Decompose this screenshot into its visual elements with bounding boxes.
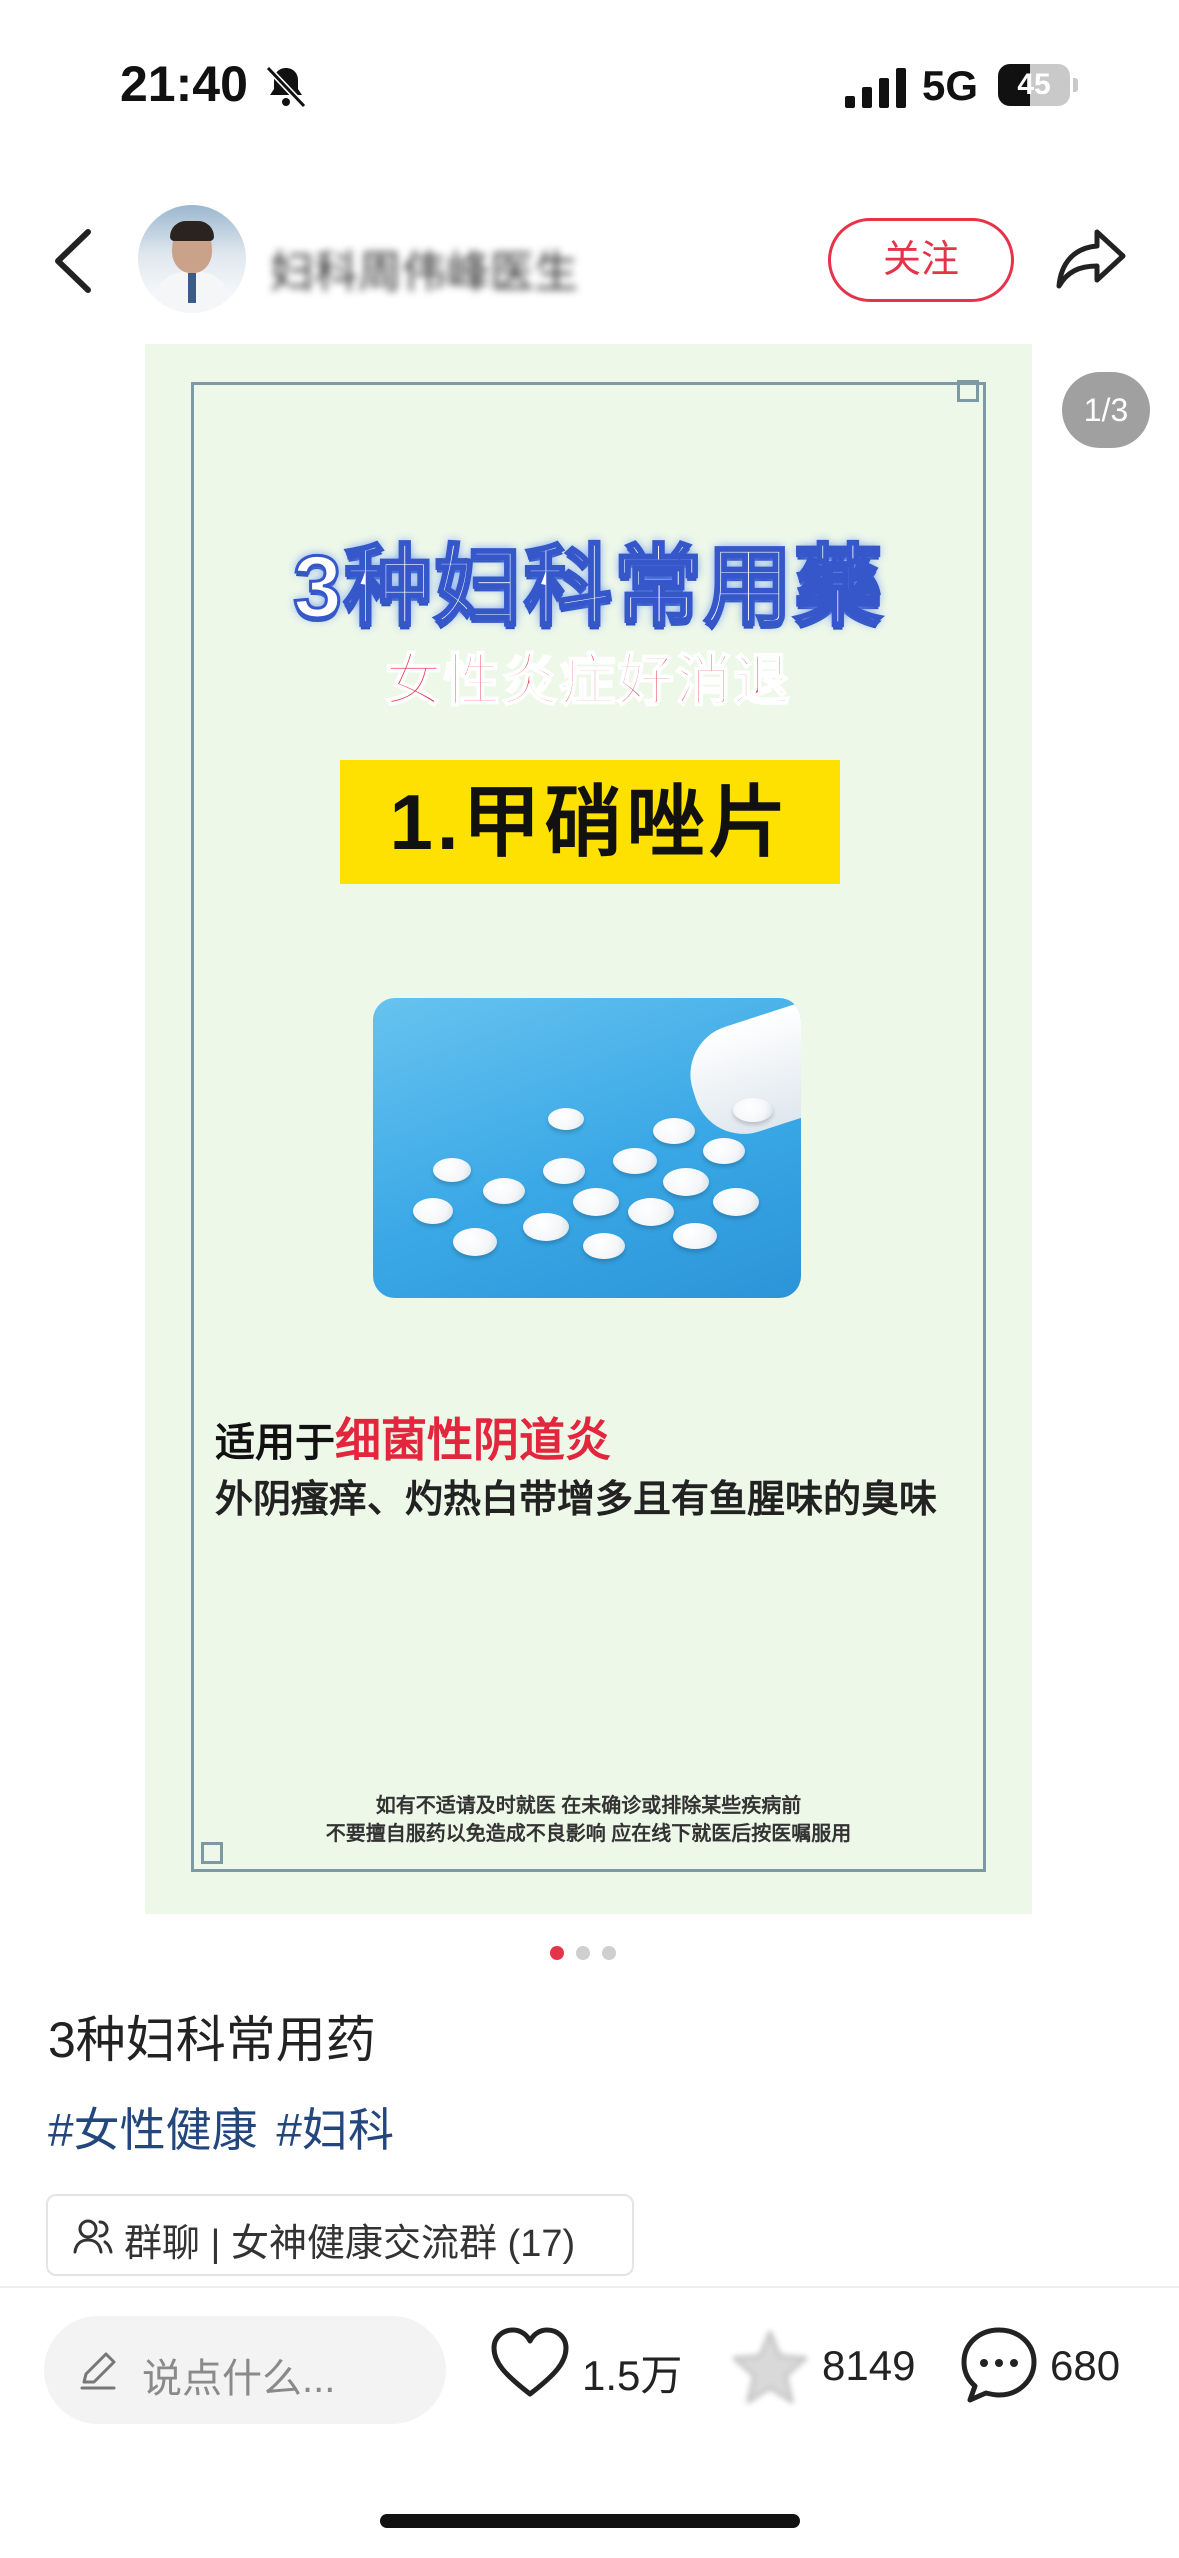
comment-input[interactable]: 说点什么... [44, 2316, 446, 2424]
pen-icon [80, 2352, 116, 2390]
battery-level: 45 [1017, 68, 1051, 101]
author-avatar[interactable] [138, 205, 246, 313]
group-chat-chip[interactable]: 群聊 | 女神健康交流群 (17) [46, 2194, 634, 2276]
tag-list: #女性健康 #妇科 [48, 2094, 400, 2160]
tag-gynecology[interactable]: #妇科 [276, 2104, 394, 2156]
disclaimer-line-1: 如有不适请及时就医 在未确诊或排除某些疾病前 [375, 1795, 802, 1817]
post-image[interactable]: 3种妇科常用藥 女性炎症好消退 1.甲硝唑片 适用于细菌性阴道炎 外阴瘙痒、灼热… [145, 344, 1032, 1914]
comment-count: 680 [1050, 2342, 1121, 2389]
image-title: 3种妇科常用藥 [292, 536, 884, 638]
usage-prefix: 适用于 [215, 1421, 335, 1465]
drug-label: 1.甲硝唑片 [340, 760, 840, 884]
symptom-text: 外阴瘙痒、灼热白带增多且有鱼腥味的臭味 [215, 1479, 938, 1521]
tag-womens-health[interactable]: #女性健康 [48, 2104, 258, 2156]
back-icon[interactable] [48, 226, 100, 296]
usage-highlight: 细菌性阴道炎 [335, 1414, 611, 1466]
follow-button[interactable]: 关注 [828, 218, 1014, 302]
battery-indicator: 45 [998, 64, 1078, 106]
usage-line: 适用于细菌性阴道炎 [215, 1404, 611, 1470]
pill-photo [373, 998, 801, 1298]
signal-icon [845, 68, 906, 108]
home-indicator[interactable] [380, 2514, 800, 2528]
author-name[interactable]: 妇科周伟峰医生 [270, 236, 578, 300]
disclaimer-line-2: 不要擅自服药以免造成不良影响 应在线下就医后按医嘱服用 [325, 1823, 852, 1845]
like-count: 1.5万 [582, 2352, 683, 2399]
bell-muted-icon [265, 65, 307, 109]
carousel-dot[interactable] [576, 1946, 590, 1960]
network-label: 5G [922, 62, 979, 109]
group-label: 群聊 | 女神健康交流群 (17) [124, 2223, 576, 2265]
image-subtitle: 女性炎症好消退 [385, 648, 792, 713]
post-title: 3种妇科常用药 [48, 2012, 376, 2068]
heart-icon[interactable] [490, 2326, 570, 2400]
page-indicator: 1/3 [1062, 372, 1150, 448]
status-time: 21:40 [120, 56, 248, 112]
carousel-dots [550, 1946, 630, 1962]
carousel-dot-active[interactable] [550, 1946, 564, 1960]
star-icon[interactable] [730, 2328, 810, 2406]
comment-bubble-icon[interactable] [960, 2326, 1038, 2404]
comment-placeholder: 说点什么... [142, 2357, 336, 2401]
share-icon[interactable] [1055, 224, 1129, 292]
carousel-dot[interactable] [602, 1946, 616, 1960]
collect-count: 8149 [822, 2342, 916, 2389]
disclaimer: 如有不适请及时就医 在未确诊或排除某些疾病前 不要擅自服药以免造成不良影响 应在… [145, 1792, 1032, 1848]
group-icon [73, 2219, 113, 2254]
